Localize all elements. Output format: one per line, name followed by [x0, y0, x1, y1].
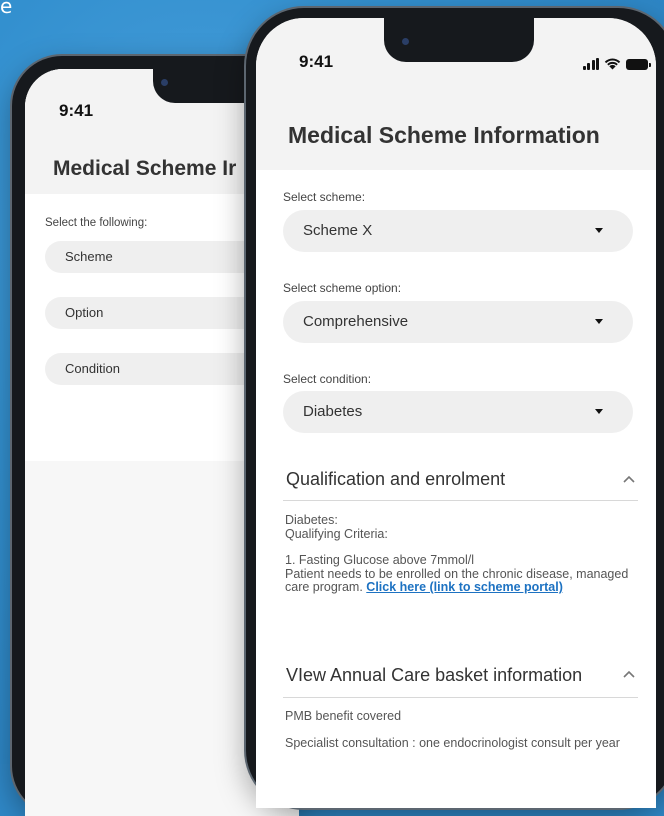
scheme-label: Select scheme:: [283, 190, 366, 204]
caret-down-icon: [595, 409, 603, 414]
status-time: 9:41: [59, 101, 94, 120]
condition-heading: Diabetes:: [285, 513, 338, 527]
condition-label: Select condition:: [283, 372, 372, 386]
specialist-text: Specialist consultation : one endocrinol…: [285, 735, 620, 750]
criteria-heading: Qualifying Criteria:: [285, 526, 388, 541]
front-phone: 9:41 Medical Scheme Information Select s…: [246, 8, 664, 808]
caret-down-icon: [595, 228, 603, 233]
condition-select[interactable]: Diabetes: [283, 391, 633, 433]
camera-icon: [402, 38, 409, 45]
scheme-portal-link[interactable]: Click here (link to scheme portal): [366, 580, 563, 594]
scheme-select[interactable]: Scheme X: [283, 210, 633, 252]
status-time: 9:41: [299, 52, 334, 71]
divider: [283, 500, 638, 501]
page-title: Medical Scheme Ir: [53, 157, 237, 180]
front-phone-screen: 9:41 Medical Scheme Information Select s…: [256, 18, 656, 808]
chevron-up-icon[interactable]: [622, 669, 636, 679]
condition-value: Diabetes: [303, 403, 363, 420]
battery-icon: [626, 59, 651, 70]
qualification-content: Diabetes: Qualifying Criteria: 1. Fastin…: [285, 513, 640, 595]
option-value: Comprehensive: [303, 313, 409, 330]
corner-text: e: [0, 0, 13, 18]
option-label: Select scheme option:: [283, 281, 402, 295]
care-basket-content: PMB benefit covered Specialist consultat…: [285, 709, 640, 750]
camera-icon: [161, 79, 168, 86]
status-icons: [582, 56, 651, 70]
qualification-title: Qualification and enrolment: [286, 469, 506, 489]
care-basket-title: VIew Annual Care basket information: [286, 665, 583, 685]
signal-icon: [582, 58, 599, 70]
front-phone-notch: [384, 18, 534, 62]
page-title: Medical Scheme Information: [288, 122, 600, 148]
pmb-text: PMB benefit covered: [285, 709, 402, 723]
divider: [283, 697, 638, 698]
select-label: Select the following:: [45, 217, 148, 229]
enrol-text: Patient needs to be enrolled on the chro…: [285, 566, 629, 594]
scheme-value: Scheme X: [303, 222, 373, 239]
option-select[interactable]: Comprehensive: [283, 301, 633, 343]
chevron-up-icon[interactable]: [622, 474, 636, 484]
criteria-item: 1. Fasting Glucose above 7mmol/l: [285, 553, 474, 567]
caret-down-icon: [595, 319, 603, 324]
wifi-icon: [604, 58, 621, 70]
